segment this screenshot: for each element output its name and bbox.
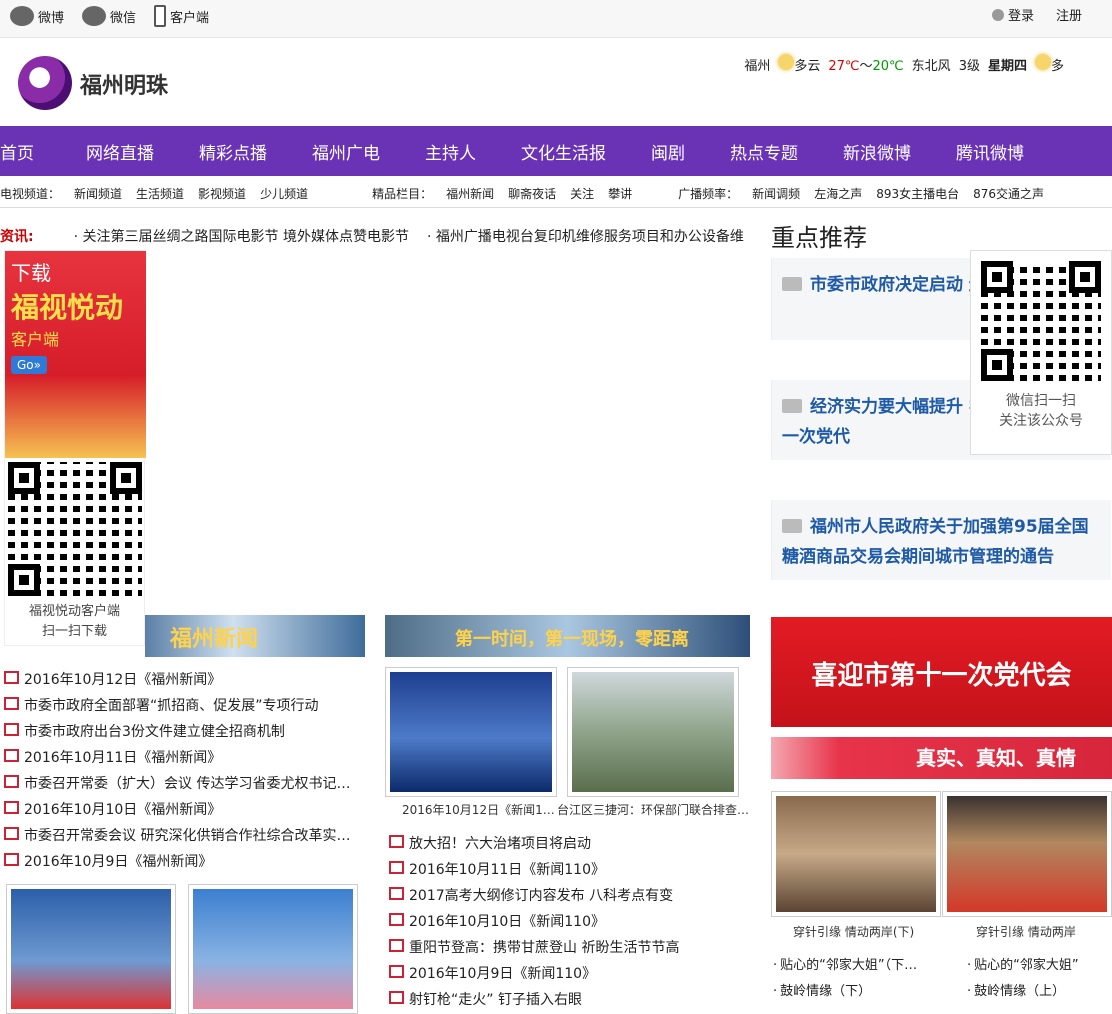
list-item[interactable]: 放大招！六大治堵项目将启动 xyxy=(389,831,749,857)
news-ticker: 资讯: · 关注第三届丝绸之路国际电影节 境外媒体点赞电影节 · 福州广播电视台… xyxy=(0,226,744,246)
fuzhou-news-banner[interactable]: 福州新闻 xyxy=(145,615,365,657)
nav-item[interactable]: 首页 xyxy=(0,139,34,164)
video-icon xyxy=(782,519,802,533)
header: 福州明珠 福州 多云 27℃～20℃ 东北风 3级 星期四 多 xyxy=(0,38,1112,126)
subnav-link[interactable]: 876交通之声 xyxy=(973,185,1044,202)
nav-item[interactable]: 网络直播 xyxy=(86,139,154,164)
list-item[interactable]: 2016年10月10日《新闻110》 xyxy=(389,909,749,935)
wind-level: 3级 xyxy=(958,58,980,74)
list-item[interactable]: 市委召开常委会议 研究深化供销合作社综合改革实… xyxy=(4,823,364,849)
qr-code-icon xyxy=(7,462,142,596)
client-link[interactable]: 客户端 xyxy=(154,5,209,27)
weixin-link[interactable]: 微信 xyxy=(82,5,136,27)
nav-item[interactable]: 文化生活报 xyxy=(521,139,606,164)
video-thumb[interactable] xyxy=(567,667,739,797)
video-thumb[interactable] xyxy=(942,791,1112,917)
subnav-link[interactable]: 聊斋夜话 xyxy=(508,185,556,202)
subnav-link[interactable]: 新闻频道 xyxy=(74,185,122,202)
list-item[interactable]: 2017高考大纲修订内容发布 八科考点有变 xyxy=(389,883,749,909)
go-button[interactable]: Go» xyxy=(11,356,47,374)
list-item[interactable]: 2016年10月12日《福州新闻》 xyxy=(4,667,364,693)
weather-city: 福州 xyxy=(744,58,771,74)
thumb-caption[interactable]: 台江区三捷河：环保部门联合排查… xyxy=(557,801,749,818)
list-item[interactable]: 射钉枪“走火” 钉子插入右眼 xyxy=(389,987,749,1013)
video-icon xyxy=(782,399,802,413)
weibo-icon xyxy=(10,6,34,26)
weekday: 星期四 xyxy=(987,58,1027,74)
nav-item[interactable]: 热点专题 xyxy=(730,139,798,164)
list-item[interactable]: 市委市政府出台3份文件建立健全招商机制 xyxy=(4,719,364,745)
subnav-link[interactable]: 新闻调频 xyxy=(752,185,800,202)
list-item[interactable]: 贴心的“邻家大姐”（下… xyxy=(773,953,917,979)
subnav-link[interactable]: 左海之声 xyxy=(814,185,862,202)
subnav-link[interactable]: 福州新闻 xyxy=(446,185,494,202)
weather-widget: 福州 多云 27℃～20℃ 东北风 3级 星期四 多 xyxy=(744,54,1064,74)
temp-low: 20℃ xyxy=(872,58,904,74)
subnav-link[interactable]: 生活频道 xyxy=(136,185,184,202)
video-thumb[interactable] xyxy=(188,884,358,1014)
video-thumb[interactable] xyxy=(771,791,941,917)
list-item[interactable]: 2016年10月10日《福州新闻》 xyxy=(4,797,364,823)
wind: 东北风 xyxy=(911,58,951,74)
party-congress-banner[interactable]: 喜迎市第十一次党代会 xyxy=(771,617,1112,727)
user-icon xyxy=(991,9,1004,21)
video-thumb[interactable] xyxy=(385,667,557,797)
thumb-caption[interactable]: 2016年10月12日《新闻1… xyxy=(402,801,555,818)
news-label: 资讯: xyxy=(0,229,34,245)
logo-icon[interactable] xyxy=(18,56,72,110)
news-list: 2016年10月12日《福州新闻》 市委市政府全面部署“抓招商、促发展”专项行动市… xyxy=(4,667,364,875)
nav-item[interactable]: 闽剧 xyxy=(651,139,685,164)
subnav-link[interactable]: 少儿频道 xyxy=(260,185,308,202)
recommend-item[interactable]: 福州市人民政府关于加强第95届全国糖酒商品交易会期间城市管理的通告 xyxy=(771,500,1111,580)
site-name[interactable]: 福州明珠 xyxy=(80,68,168,100)
list-item[interactable]: 鼓岭情缘（下） xyxy=(773,979,917,1005)
nav-item[interactable]: 新浪微博 xyxy=(843,139,911,164)
news-item[interactable]: · 福州广播电视台复印机维修服务项目和办公设备维 xyxy=(427,226,744,246)
main-nav: 首页 网络直播 精彩点播 福州广电 主持人 文化生活报 闽剧 热点专题 新浪微博 腾讯微博 xyxy=(0,126,1112,176)
video-thumb[interactable] xyxy=(6,884,176,1014)
subnav-link[interactable]: 攀讲 xyxy=(608,185,632,202)
list-item[interactable]: 2016年10月9日《新闻110》 xyxy=(389,961,749,987)
news-list: 放大招！六大治堵项目将启动 2016年10月11日《新闻110》 2017高考大纲修… xyxy=(389,831,749,1013)
list-item[interactable]: 2016年10月11日《福州新闻》 xyxy=(4,745,364,771)
news-item[interactable]: · 关注第三届丝绸之路国际电影节 境外媒体点赞电影节 xyxy=(74,226,409,246)
cloudy-icon xyxy=(1034,54,1051,70)
login-link[interactable]: 登录 xyxy=(991,5,1034,24)
app-download-ad[interactable]: 下载 福视悦动 客户端 Go» 福视悦动客户端 扫一扫下载 xyxy=(4,250,146,646)
ad-banner[interactable]: 下载 福视悦动 客户端 Go» xyxy=(5,251,146,458)
list-item[interactable]: 市委市政府全面部署“抓招商、促发展”专项行动 xyxy=(4,693,364,719)
truth-banner[interactable]: 真实、真知、真情 xyxy=(771,737,1112,779)
cloudy-icon xyxy=(778,54,795,70)
nav-item[interactable]: 福州广电 xyxy=(312,139,380,164)
subnav-link[interactable]: 893女主播电台 xyxy=(876,185,959,202)
temp-high: 27℃ xyxy=(828,58,860,74)
phone-icon xyxy=(154,5,167,27)
wechat-qr-popup: 微信扫一扫 关注该公众号 xyxy=(970,250,1112,455)
list-item[interactable]: 2016年10月11日《新闻110》 xyxy=(389,857,749,883)
news110-banner[interactable]: 第一时间，第一现场，零距离 xyxy=(385,615,750,657)
list-item[interactable]: 2016年10月9日《福州新闻》 xyxy=(4,849,364,875)
list-item[interactable]: 市委召开常委（扩大）会议 传达学习省委尤权书记… xyxy=(4,771,364,797)
thumb-caption[interactable]: 穿针引缘 情动两岸(下) xyxy=(793,923,914,940)
weibo-link[interactable]: 微博 xyxy=(10,5,64,27)
register-link[interactable]: 注册 xyxy=(1056,5,1082,24)
sub-nav: 电视频道： 新闻频道 生活频道 影视频道 少儿频道 精品栏目： 福州新闻 聊斋夜话 关注 攀讲 … xyxy=(0,180,1112,208)
nav-item[interactable]: 主持人 xyxy=(425,139,476,164)
wechat-icon xyxy=(82,6,107,26)
list-item[interactable]: 贴心的“邻家大姐” xyxy=(967,953,1078,979)
nav-item[interactable]: 腾讯微博 xyxy=(956,139,1024,164)
subnav-link[interactable]: 影视频道 xyxy=(198,185,246,202)
top-bar: 微博 微信 客户端 登录 注册 xyxy=(0,0,1112,38)
nav-item[interactable]: 精彩点播 xyxy=(199,139,267,164)
qr-code-icon xyxy=(981,261,1101,381)
thumb-caption[interactable]: 穿针引缘 情动两岸 xyxy=(976,923,1076,940)
list-item[interactable]: 重阳节登高：携带甘蔗登山 祈盼生活节节高 xyxy=(389,935,749,961)
subnav-link[interactable]: 关注 xyxy=(570,185,594,202)
video-icon xyxy=(782,277,802,291)
list-item[interactable]: 鼓岭情缘（上） xyxy=(967,979,1079,1005)
recommend-title: 重点推荐 xyxy=(771,224,867,252)
